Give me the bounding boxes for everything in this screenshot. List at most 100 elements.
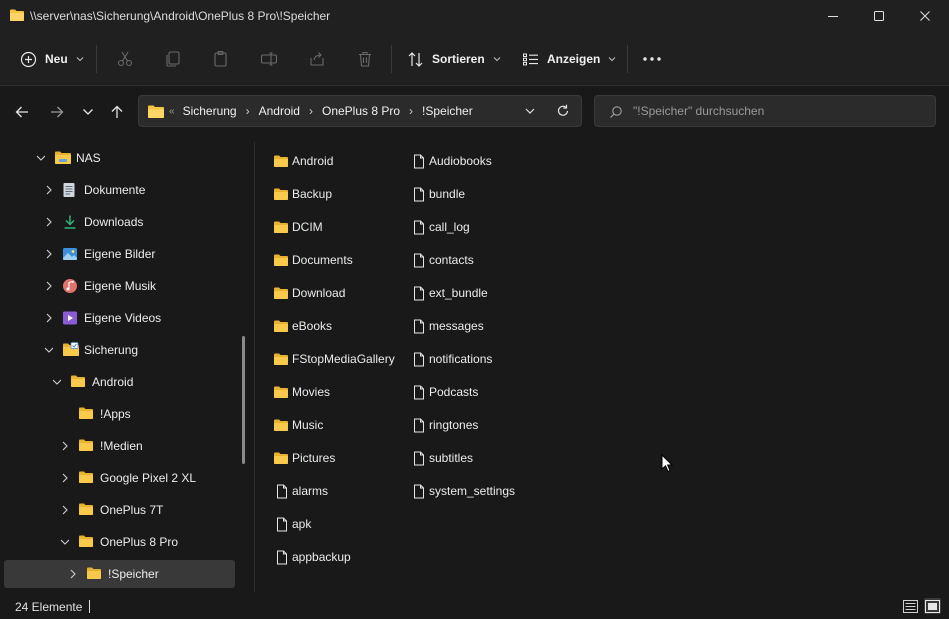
new-button[interactable]: Neu [20,46,84,72]
file-item-appbackup[interactable]: appbackup [273,546,351,568]
file-item-audiobooks[interactable]: Audiobooks [410,150,492,172]
file-item-bundle[interactable]: bundle [410,183,465,205]
folder-item-fstopmediagallery[interactable]: FStopMediaGallery [273,348,395,370]
back-button[interactable] [11,101,33,123]
up-button[interactable] [106,101,128,123]
tiles-view-button[interactable] [924,598,941,614]
search-box[interactable] [594,95,936,127]
chevron-right-icon[interactable] [59,472,71,484]
chevron-right-icon[interactable] [43,184,55,196]
crumb-sicherung[interactable]: Sicherung [183,104,237,118]
chevron-right-icon[interactable] [59,440,71,452]
file-item-subtitles[interactable]: subtitles [410,447,473,469]
navigation-scrollbar[interactable] [242,336,245,464]
chevron-right-icon[interactable]: › [246,104,250,118]
crumb-oneplus-8-pro[interactable]: OnePlus 8 Pro [322,104,400,118]
address-bar[interactable]: « Sicherung › Android › OnePlus 8 Pro › … [138,95,582,127]
search-icon [609,105,623,122]
file-item-alarms[interactable]: alarms [273,480,328,502]
rename-button[interactable] [260,46,278,72]
folder-item-dcim[interactable]: DCIM [273,216,323,238]
view-button[interactable]: Anzeigen [522,46,616,72]
chevron-right-icon[interactable]: › [309,104,313,118]
folder-item-movies[interactable]: Movies [273,381,330,403]
overflow-chevrons-icon[interactable]: « [169,106,175,117]
chevron-right-icon[interactable] [43,312,55,324]
chevron-down-icon [83,109,93,115]
tree-item-dokumente[interactable]: Dokumente [4,176,235,204]
folder-item-download[interactable]: Download [273,282,345,304]
address-history-button[interactable] [524,105,536,120]
share-button[interactable] [308,46,326,72]
pictures-icon [62,246,78,262]
tree-item-eigene-videos[interactable]: Eigene Videos [4,304,235,332]
folder-item-documents[interactable]: Documents [273,249,353,271]
folder-item-pictures[interactable]: Pictures [273,447,335,469]
tree-item-apps[interactable]: !Apps [4,400,235,428]
chevron-down-icon[interactable] [51,376,63,388]
view-list-icon [523,53,538,65]
search-input[interactable] [633,102,923,120]
tree-item-google-pixel-2-xl[interactable]: Google Pixel 2 XL [4,464,235,492]
file-item-contacts[interactable]: contacts [410,249,474,271]
file-item-messages[interactable]: messages [410,315,484,337]
chevron-down-icon[interactable] [59,536,71,548]
tree-item-speicher[interactable]: !Speicher [4,560,235,588]
file-icon [410,450,428,466]
forward-button[interactable] [46,101,68,123]
paste-button[interactable] [212,46,230,72]
folder-icon [273,417,291,433]
tree-item-eigene-bilder[interactable]: Eigene Bilder [4,240,235,268]
file-item-call-log[interactable]: call_log [410,216,470,238]
tree-item-label: OnePlus 8 Pro [100,535,179,549]
folder-item-music[interactable]: Music [273,414,323,436]
folder-icon [273,252,291,268]
file-item-apk[interactable]: apk [273,513,311,535]
chevron-down-icon [608,57,616,62]
tree-item-android[interactable]: Android [4,368,235,396]
file-item-system-settings[interactable]: system_settings [410,480,515,502]
tree-item-eigene-musik[interactable]: Eigene Musik [4,272,235,300]
maximize-button[interactable] [856,0,902,32]
tree-item-oneplus-7t[interactable]: OnePlus 7T [4,496,235,524]
chevron-right-icon[interactable] [67,568,79,580]
copy-button[interactable] [164,46,182,72]
tree-item-sicherung[interactable]: Sicherung [4,336,235,364]
file-icon [410,219,428,235]
pane-divider[interactable] [254,142,255,592]
crumb-android[interactable]: Android [259,104,300,118]
chevron-down-icon[interactable] [35,152,47,164]
tree-item-oneplus-8-pro[interactable]: OnePlus 8 Pro [4,528,235,556]
details-view-button[interactable] [902,598,919,614]
chevron-right-icon[interactable] [43,216,55,228]
crumb-speicher[interactable]: !Speicher [422,104,473,118]
chevron-right-icon[interactable] [59,504,71,516]
chevron-right-icon[interactable]: › [409,104,413,118]
chevron-right-icon[interactable] [43,280,55,292]
tree-item-downloads[interactable]: Downloads [4,208,235,236]
file-icon [410,351,428,367]
close-button[interactable] [902,0,948,32]
folder-item-backup[interactable]: Backup [273,183,332,205]
more-options-button[interactable] [642,46,662,72]
recent-locations-button[interactable] [77,101,99,123]
chevron-down-icon[interactable] [43,344,55,356]
chevron-right-icon[interactable] [43,248,55,260]
file-item-notifications[interactable]: notifications [410,348,492,370]
refresh-button[interactable] [556,104,570,121]
minimize-button[interactable] [810,0,856,32]
file-item-ringtones[interactable]: ringtones [410,414,478,436]
tree-item-label: Google Pixel 2 XL [100,471,197,485]
sort-button[interactable]: Sortieren [407,46,501,72]
folder-icon [273,219,291,235]
file-item-podcasts[interactable]: Podcasts [410,381,478,403]
cut-button[interactable] [116,46,134,72]
file-item-ext-bundle[interactable]: ext_bundle [410,282,488,304]
item-name: ringtones [429,418,479,432]
item-name: system_settings [429,484,516,498]
tree-item-medien[interactable]: !Medien [4,432,235,460]
folder-item-android[interactable]: Android [273,150,333,172]
tree-item-nas[interactable]: NAS [4,144,235,172]
folder-item-ebooks[interactable]: eBooks [273,315,332,337]
delete-button[interactable] [356,46,374,72]
